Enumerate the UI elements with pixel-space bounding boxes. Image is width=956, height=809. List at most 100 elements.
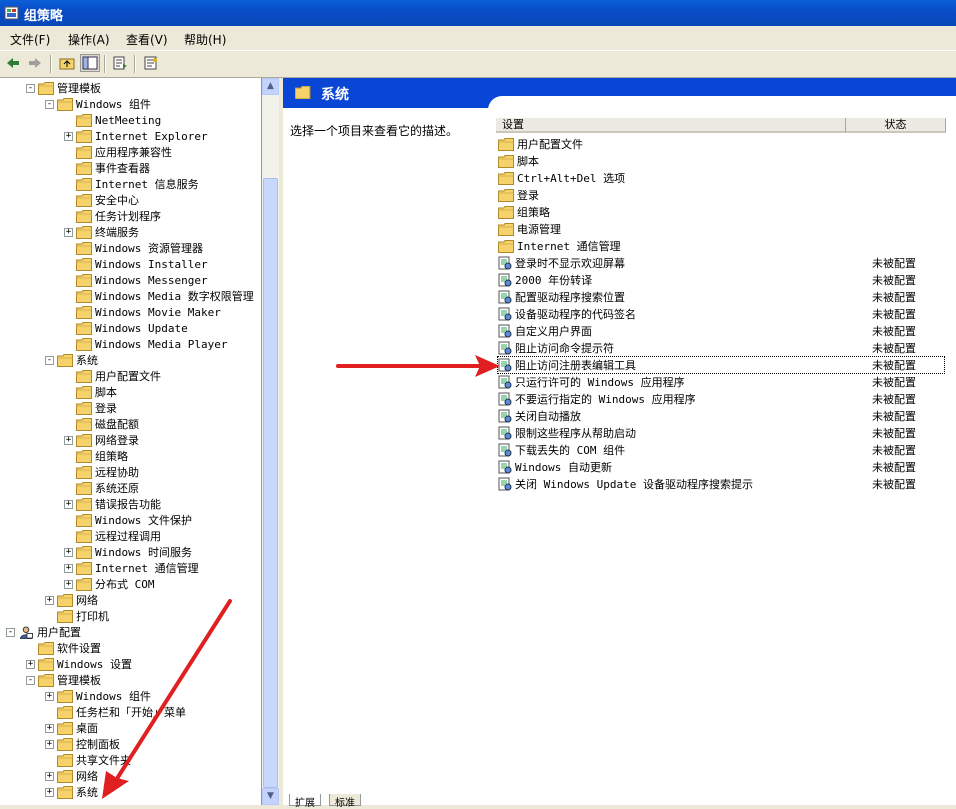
folder-icon — [57, 705, 73, 719]
expand-icon[interactable]: + — [45, 691, 54, 701]
expand-icon[interactable]: + — [45, 595, 54, 605]
tree-item[interactable]: 事件查看器 — [64, 160, 150, 176]
tab-standard[interactable]: 标准 — [329, 794, 361, 809]
expand-icon[interactable]: + — [45, 739, 54, 749]
expand-icon[interactable]: + — [26, 659, 35, 669]
policy-row[interactable]: 自定义用户界面 未被配置 — [498, 323, 944, 339]
list-item-folder[interactable]: Internet 通信管理 — [498, 238, 944, 254]
list-item-folder[interactable]: 用户配置文件 — [498, 136, 944, 152]
tree-item[interactable]: Windows Media Player — [64, 336, 227, 352]
scroll-down-icon[interactable]: ▼ — [262, 788, 279, 805]
tree-item[interactable]: + Internet Explorer — [64, 128, 208, 144]
list-item-folder[interactable]: Ctrl+Alt+Del 选项 — [498, 170, 944, 186]
scroll-thumb[interactable] — [263, 178, 278, 788]
tree-item[interactable]: 远程协助 — [64, 464, 139, 480]
export-list-icon[interactable] — [110, 54, 130, 72]
menu-action[interactable]: 操作(A) — [68, 31, 110, 48]
tree-item[interactable]: + 分布式 COM — [64, 576, 155, 592]
tab-extended[interactable]: 扩展 — [289, 794, 321, 809]
menu-file[interactable]: 文件(F) — [10, 31, 50, 48]
policy-row[interactable]: 配置驱动程序搜索位置 未被配置 — [498, 289, 944, 305]
column-header-setting[interactable]: 设置 — [496, 118, 846, 133]
expand-icon[interactable]: + — [45, 787, 54, 797]
policy-row[interactable]: 阻止访问命令提示符 未被配置 — [498, 340, 944, 356]
tree-item[interactable]: Windows Update — [64, 320, 188, 336]
folder-icon — [76, 225, 92, 239]
back-arrow-icon[interactable] — [3, 54, 23, 72]
tree-item[interactable]: 组策略 — [64, 448, 128, 464]
list-item-folder[interactable]: 组策略 — [498, 204, 944, 220]
expand-icon[interactable]: + — [45, 771, 54, 781]
collapse-icon[interactable]: - — [26, 83, 35, 93]
up-folder-icon[interactable] — [57, 54, 77, 72]
tree-item[interactable]: 任务计划程序 — [64, 208, 161, 224]
expand-icon[interactable]: + — [64, 435, 73, 445]
show-hide-tree-icon[interactable] — [80, 54, 100, 72]
folder-icon — [76, 417, 92, 431]
policy-row[interactable]: 阻止访问注册表编辑工具 未被配置 — [497, 356, 945, 374]
tree-item[interactable]: Windows Media 数字权限管理 — [64, 288, 254, 304]
expand-icon[interactable]: + — [64, 547, 73, 557]
policy-state: 未被配置 — [872, 393, 916, 406]
tree-item[interactable]: - 管理模板 — [26, 80, 101, 96]
tree-item[interactable]: - 用户配置 — [6, 624, 81, 640]
tree-item[interactable]: Windows Installer — [64, 256, 208, 272]
tree-item[interactable]: NetMeeting — [64, 112, 161, 128]
properties-icon[interactable] — [141, 54, 161, 72]
tree-item[interactable]: 系统还原 — [64, 480, 139, 496]
tree-item[interactable]: Windows Movie Maker — [64, 304, 221, 320]
expand-icon[interactable]: + — [64, 227, 73, 237]
list-item-folder[interactable]: 脚本 — [498, 153, 944, 169]
policy-row[interactable]: 关闭 Windows Update 设备驱动程序搜索提示 未被配置 — [498, 476, 944, 492]
tree-item[interactable]: Windows 文件保护 — [64, 512, 192, 528]
expand-icon[interactable]: + — [64, 563, 73, 573]
tree-item[interactable]: 应用程序兼容性 — [64, 144, 172, 160]
list-item-folder[interactable]: 电源管理 — [498, 221, 944, 237]
expand-icon[interactable]: + — [64, 131, 73, 141]
tree-item[interactable]: 远程过程调用 — [64, 528, 161, 544]
tree-item[interactable]: Windows 资源管理器 — [64, 240, 203, 256]
folder-icon — [498, 137, 514, 151]
expand-icon[interactable]: + — [45, 723, 54, 733]
collapse-icon[interactable]: - — [26, 675, 35, 685]
menu-view[interactable]: 查看(V) — [126, 31, 168, 48]
policy-row[interactable]: Windows 自动更新 未被配置 — [498, 459, 944, 475]
tree-item[interactable]: 登录 — [64, 400, 117, 416]
tree-item[interactable]: Internet 信息服务 — [64, 176, 199, 192]
tree-item[interactable]: 安全中心 — [64, 192, 139, 208]
tree-item[interactable]: + 网络登录 — [64, 432, 139, 448]
policy-row[interactable]: 只运行许可的 Windows 应用程序 未被配置 — [498, 374, 944, 390]
tree-item[interactable]: + 错误报告功能 — [64, 496, 161, 512]
policy-setting-icon — [498, 273, 512, 287]
tree-item[interactable]: 磁盘配额 — [64, 416, 139, 432]
tree-item[interactable]: Windows Messenger — [64, 272, 208, 288]
collapse-icon[interactable]: - — [45, 99, 54, 109]
scroll-up-icon[interactable]: ▲ — [262, 78, 279, 95]
tree-item[interactable]: + Internet 通信管理 — [64, 560, 199, 576]
collapse-icon[interactable]: - — [45, 355, 54, 365]
tree-item[interactable]: - 系统 — [45, 352, 98, 368]
column-header-state[interactable]: 状态 — [846, 118, 946, 133]
tree-item[interactable]: 脚本 — [64, 384, 117, 400]
policy-row[interactable]: 不要运行指定的 Windows 应用程序 未被配置 — [498, 391, 944, 407]
menu-help[interactable]: 帮助(H) — [184, 31, 226, 48]
policy-row[interactable]: 登录时不显示欢迎屏幕 未被配置 — [498, 255, 944, 271]
tree-item[interactable]: 用户配置文件 — [64, 368, 161, 384]
policy-row[interactable]: 关闭自动播放 未被配置 — [498, 408, 944, 424]
list-item-name: Ctrl+Alt+Del 选项 — [517, 172, 626, 185]
policy-row[interactable]: 设备驱动程序的代码签名 未被配置 — [498, 306, 944, 322]
expand-icon[interactable]: + — [64, 499, 73, 509]
tree-item[interactable]: - Windows 组件 — [45, 96, 151, 112]
list-item-folder[interactable]: 登录 — [498, 187, 944, 203]
tree-item[interactable]: + 终端服务 — [64, 224, 139, 240]
expand-icon[interactable]: + — [64, 579, 73, 589]
policy-row[interactable]: 限制这些程序从帮助启动 未被配置 — [498, 425, 944, 441]
tree-item-label: Internet Explorer — [95, 129, 208, 143]
policy-setting-icon — [498, 324, 512, 338]
policy-row[interactable]: 下载丢失的 COM 组件 未被配置 — [498, 442, 944, 458]
tree-scrollbar[interactable]: ▲ ▼ — [262, 78, 279, 805]
policy-row[interactable]: 2000 年份转译 未被配置 — [498, 272, 944, 288]
collapse-icon[interactable]: - — [6, 627, 15, 637]
tree-item[interactable]: + Windows 时间服务 — [64, 544, 192, 560]
forward-arrow-icon[interactable] — [25, 54, 45, 72]
